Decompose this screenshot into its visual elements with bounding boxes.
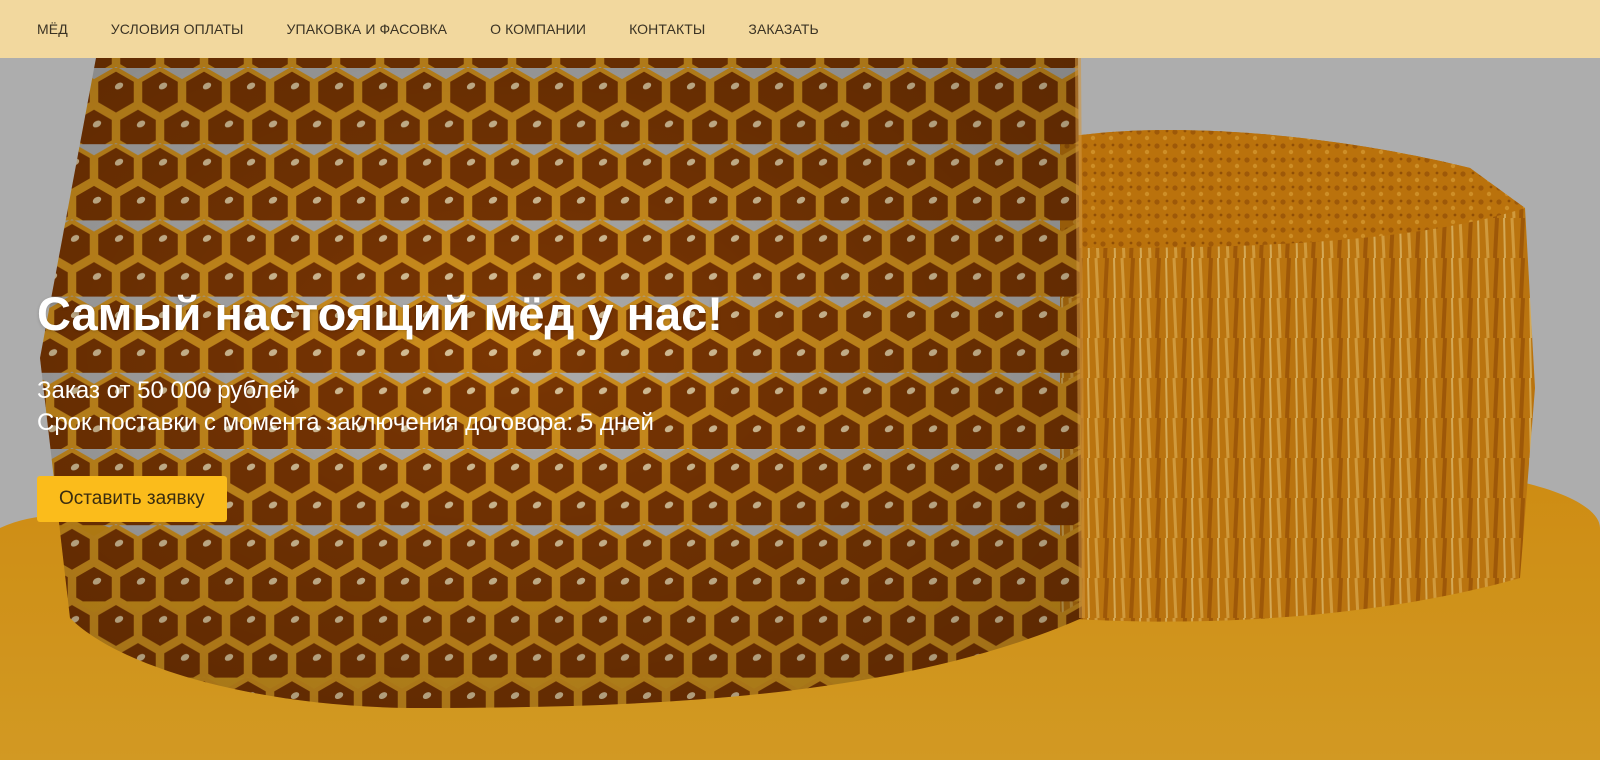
hero-details: Заказ от 50 000 рублей Срок поставки с м… xyxy=(37,375,723,439)
submit-request-button[interactable]: Оставить заявку xyxy=(37,476,227,522)
nav-link-packaging[interactable]: УПАКОВКА И ФАСОВКА xyxy=(287,21,448,37)
nav-link-about-company[interactable]: О КОМПАНИИ xyxy=(490,21,586,37)
min-order-text: Заказ от 50 000 рублей xyxy=(37,377,296,404)
nav-link-payment-terms[interactable]: УСЛОВИЯ ОПЛАТЫ xyxy=(111,21,244,37)
nav-link-order[interactable]: ЗАКАЗАТЬ xyxy=(748,21,818,37)
hero-section: Самый настоящий мёд у нас! Заказ от 50 0… xyxy=(0,58,1600,760)
top-navigation: МЁД УСЛОВИЯ ОПЛАТЫ УПАКОВКА И ФАСОВКА О … xyxy=(0,0,1600,58)
delivery-time-text: Срок поставки с момента заключения догов… xyxy=(37,409,654,436)
hero-content: Самый настоящий мёд у нас! Заказ от 50 0… xyxy=(37,286,723,522)
nav-link-contacts[interactable]: КОНТАКТЫ xyxy=(629,21,705,37)
hero-title: Самый настоящий мёд у нас! xyxy=(37,287,723,340)
nav-link-honey[interactable]: МЁД xyxy=(37,21,68,37)
